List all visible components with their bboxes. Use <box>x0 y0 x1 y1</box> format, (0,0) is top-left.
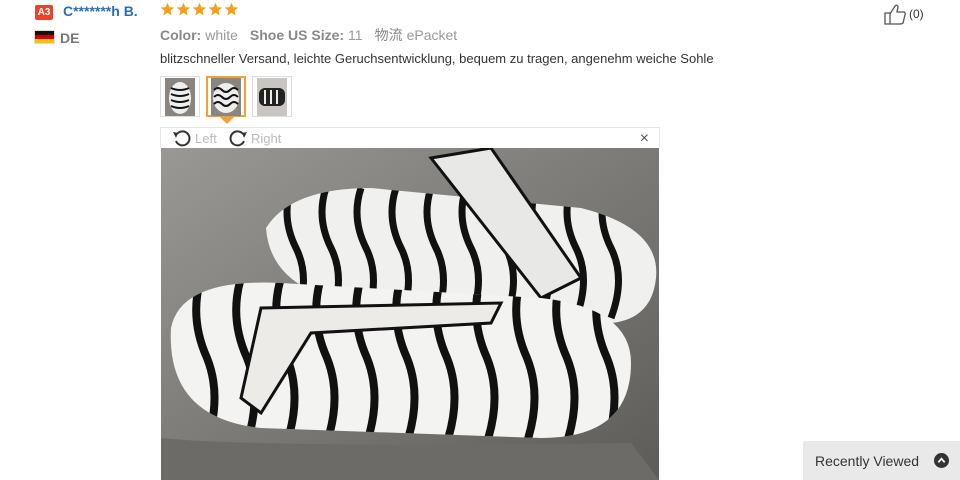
chevron-up-icon <box>934 453 949 468</box>
sandal-photo-thumbnail <box>211 77 241 116</box>
star-icon <box>224 2 239 16</box>
sandal-photo-thumbnail <box>257 77 287 116</box>
recently-viewed-tab[interactable]: Recently Viewed <box>803 441 960 480</box>
star-icon <box>160 2 175 16</box>
sandal-photo-thumbnail <box>165 77 195 116</box>
thumbs-up-icon <box>884 4 906 25</box>
color-value: white <box>205 27 238 43</box>
rotate-left-icon <box>173 130 191 147</box>
logistics-value: ePacket <box>406 27 458 43</box>
size-value: 11 <box>348 27 363 43</box>
photo-thumbnail-3[interactable] <box>252 76 292 117</box>
size-label: Shoe US Size: <box>249 27 345 43</box>
photo-viewer-toolbar: Left Right × <box>160 127 660 148</box>
rotate-left-label: Left <box>195 130 217 146</box>
rotate-left-button[interactable]: Left <box>171 128 217 148</box>
color-label: Color: <box>160 27 202 43</box>
order-attributes: Color: white Shoe US Size: 11 物流 ePacket <box>160 25 457 45</box>
selected-thumbnail-indicator <box>220 117 234 124</box>
star-icon <box>176 2 191 16</box>
reviewer-name: C*******h B. <box>63 3 138 19</box>
review-photo <box>161 148 659 480</box>
close-viewer-button[interactable]: × <box>640 130 649 148</box>
star-rating <box>160 2 239 17</box>
photo-thumbnail-2[interactable] <box>206 76 246 117</box>
buyer-level-badge: A3 <box>35 5 53 20</box>
recently-viewed-label: Recently Viewed <box>815 452 920 469</box>
helpful-button[interactable]: (0) <box>883 3 924 25</box>
photo-thumbnail-1[interactable] <box>160 76 200 117</box>
rotate-right-label: Right <box>251 130 282 146</box>
rotate-right-icon <box>229 130 247 147</box>
sandal-photo <box>161 148 659 480</box>
rotate-right-button[interactable]: Right <box>227 128 281 148</box>
star-icon <box>192 2 207 16</box>
logistics-label: 物流 <box>374 27 403 43</box>
review-photo-thumbnails <box>160 76 292 117</box>
star-icon <box>208 2 223 16</box>
germany-flag-icon <box>35 31 54 43</box>
helpful-count: (0) <box>909 7 924 21</box>
review-text: blitzschneller Versand, leichte Geruchse… <box>160 51 714 66</box>
reviewer-country: DE <box>60 30 80 46</box>
